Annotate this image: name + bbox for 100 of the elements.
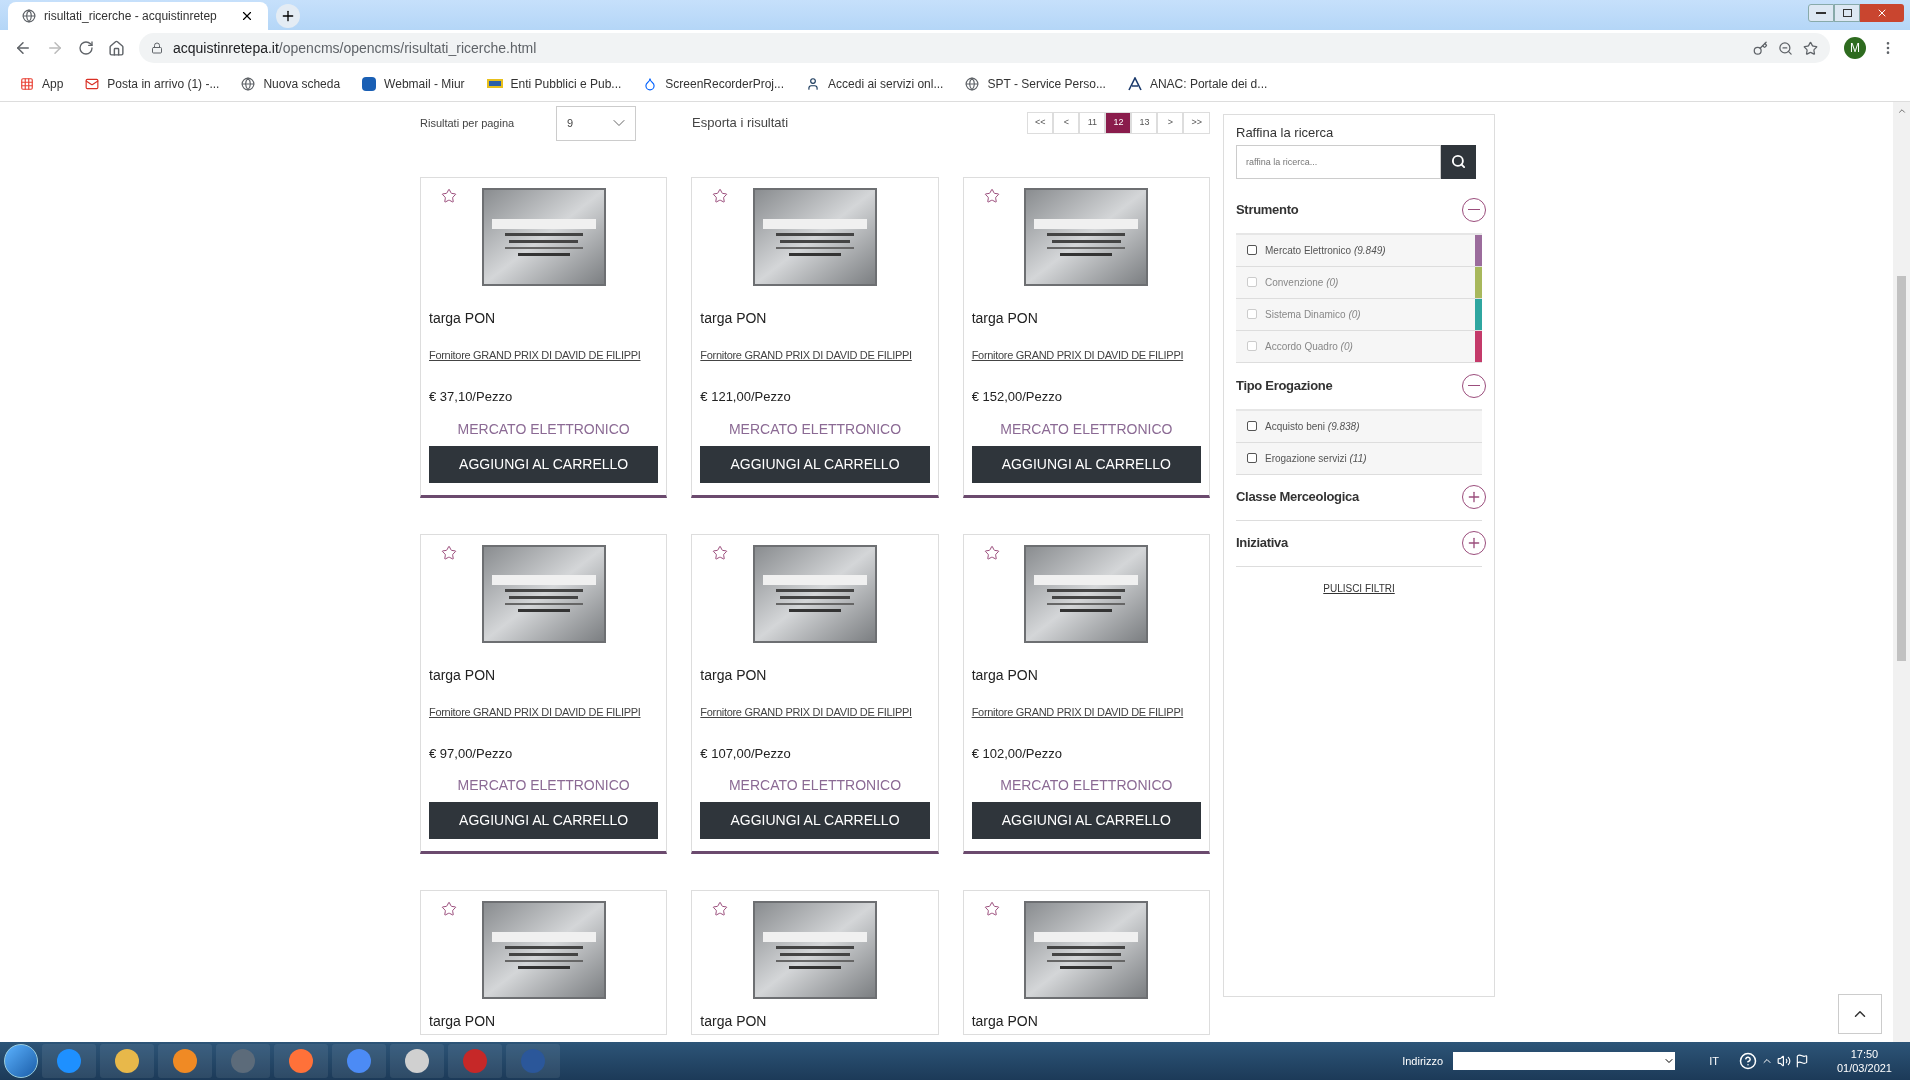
bookmark-item[interactable]: Webmail - Miur xyxy=(362,74,465,93)
search-button[interactable] xyxy=(1441,144,1476,179)
checkbox[interactable] xyxy=(1247,421,1257,431)
bookmark-item[interactable]: Accedi ai servizi onl... xyxy=(806,74,944,93)
add-to-cart-button[interactable]: AGGIUNGI AL CARRELLO xyxy=(429,445,659,483)
supplier-link[interactable]: Fornitore GRAND PRIX DI DAVID DE FILIPPI xyxy=(429,347,641,363)
scrollbar-thumb[interactable] xyxy=(1897,276,1906,661)
address-toolbar-field[interactable] xyxy=(1453,1052,1676,1070)
droplet-icon xyxy=(643,76,658,91)
speaker-icon[interactable] xyxy=(1776,1054,1791,1068)
add-to-cart-button[interactable]: AGGIUNGI AL CARRELLO xyxy=(971,445,1201,483)
pagination-button[interactable]: < xyxy=(1053,112,1080,134)
star-icon[interactable] xyxy=(983,544,1000,561)
badge-icon xyxy=(362,76,377,91)
product-price: € 37,10/Pezzo xyxy=(429,388,514,406)
address-bar[interactable]: acquistinretepa.it/opencms/opencms/risultati_ricerche.html xyxy=(139,33,1830,63)
supplier-link[interactable]: Fornitore GRAND PRIX DI DAVID DE FILIPPI xyxy=(971,703,1184,720)
filter-option[interactable]: Mercato Elettronico (9.849) xyxy=(1236,234,1482,267)
pagination-button[interactable]: 13 xyxy=(1131,112,1158,134)
product-price: € 97,00/Pezzo xyxy=(429,744,514,763)
star-icon[interactable] xyxy=(441,901,457,917)
new-tab-button[interactable] xyxy=(276,4,300,28)
taskbar-app-icon[interactable] xyxy=(158,1044,212,1078)
refine-search-field[interactable]: raffina la ricerca... xyxy=(1236,144,1441,179)
clock-date: 01/03/2021 xyxy=(1836,1061,1892,1075)
checkbox[interactable] xyxy=(1247,453,1257,463)
star-icon[interactable] xyxy=(712,188,729,204)
star-icon[interactable] xyxy=(712,901,729,917)
bookmark-item[interactable]: App xyxy=(20,74,64,93)
filter-option[interactable]: Acquisto beni (9.838) xyxy=(1236,410,1482,443)
taskbar-app-icon[interactable] xyxy=(100,1044,154,1078)
channel-label: MERCATO ELETTRONICO xyxy=(727,776,903,795)
minimize-button[interactable] xyxy=(1808,4,1834,22)
product-title: targa PON xyxy=(971,665,1039,685)
product-title: targa PON xyxy=(971,309,1039,328)
clear-filters-link[interactable]: PULISCI FILTRI xyxy=(1323,580,1395,596)
taskbar-app-icon[interactable] xyxy=(390,1044,444,1078)
language-indicator: IT xyxy=(1709,1053,1719,1069)
star-icon[interactable] xyxy=(983,188,1000,204)
per-page-select[interactable]: 9 xyxy=(556,105,636,141)
product-price: € 152,00/Pezzo xyxy=(971,388,1063,406)
product-price: € 102,00/Pezzo xyxy=(971,744,1063,763)
add-to-cart-button[interactable]: AGGIUNGI AL CARRELLO xyxy=(429,802,659,839)
pagination-button[interactable]: > xyxy=(1157,112,1184,134)
key-icon[interactable] xyxy=(1753,40,1768,56)
start-button[interactable] xyxy=(4,1044,38,1078)
bookmark-item[interactable]: ScreenRecorderProj... xyxy=(643,74,785,93)
close-icon[interactable] xyxy=(240,9,254,23)
star-icon[interactable] xyxy=(983,901,1000,917)
taskbar-app-icon[interactable] xyxy=(274,1044,328,1078)
scrollbar[interactable] xyxy=(1893,102,1910,1042)
search-icon xyxy=(1451,154,1466,169)
mail-icon xyxy=(85,76,100,91)
export-link[interactable]: Esporta i risultati xyxy=(692,113,1027,133)
bookmark-item[interactable]: Nuova scheda xyxy=(241,74,341,93)
add-to-cart-button[interactable]: AGGIUNGI AL CARRELLO xyxy=(700,445,930,483)
supplier-link[interactable]: Fornitore GRAND PRIX DI DAVID DE FILIPPI xyxy=(971,347,1184,363)
bookmark-item[interactable]: Posta in arrivo (1) -... xyxy=(85,74,220,93)
globe-icon xyxy=(22,9,36,23)
browser-tab[interactable]: risultati_ricerche - acquistinretep xyxy=(8,2,268,30)
product-title: targa PON xyxy=(700,309,768,328)
bookmark-star-icon[interactable] xyxy=(1803,40,1818,56)
reload-icon[interactable] xyxy=(78,40,94,56)
letter-a-icon xyxy=(1127,76,1142,91)
filter-section-title: Iniziativa xyxy=(1236,534,1288,553)
taskbar-app-icon[interactable] xyxy=(332,1044,386,1078)
bookmark-item[interactable]: SPT - Service Perso... xyxy=(965,74,1106,93)
supplier-link[interactable]: Fornitore GRAND PRIX DI DAVID DE FILIPPI xyxy=(700,703,912,720)
help-icon[interactable] xyxy=(1738,1052,1757,1070)
checkbox[interactable] xyxy=(1247,245,1257,255)
filter-option[interactable]: Erogazione servizi (11) xyxy=(1236,442,1482,475)
bookmark-item[interactable]: Enti Pubblici e Pub... xyxy=(486,74,622,93)
product-title: targa PON xyxy=(429,1012,497,1031)
pagination-button[interactable]: 11 xyxy=(1079,112,1106,134)
star-icon[interactable] xyxy=(712,544,729,561)
supplier-link[interactable]: Fornitore GRAND PRIX DI DAVID DE FILIPPI xyxy=(700,347,912,363)
flag-icon[interactable] xyxy=(1794,1054,1809,1068)
supplier-link[interactable]: Fornitore GRAND PRIX DI DAVID DE FILIPPI xyxy=(429,703,641,720)
pagination-button[interactable]: 12 xyxy=(1105,112,1132,134)
channel-label: MERCATO ELETTRONICO xyxy=(727,419,903,439)
close-icon xyxy=(1876,7,1888,19)
pagination-button[interactable]: << xyxy=(1026,112,1054,134)
back-icon[interactable] xyxy=(14,39,32,57)
add-to-cart-button[interactable]: AGGIUNGI AL CARRELLO xyxy=(971,802,1201,839)
bookmark-item[interactable]: ANAC: Portale dei d... xyxy=(1127,74,1268,93)
minus-icon xyxy=(1468,384,1480,387)
pagination-button[interactable]: >> xyxy=(1183,112,1210,134)
add-to-cart-button[interactable]: AGGIUNGI AL CARRELLO xyxy=(700,802,930,839)
product-title: targa PON xyxy=(429,665,497,685)
taskbar-app-icon[interactable] xyxy=(42,1044,96,1078)
star-icon[interactable] xyxy=(441,188,457,204)
restore-button[interactable] xyxy=(1834,4,1860,22)
star-icon[interactable] xyxy=(441,544,457,561)
home-icon[interactable] xyxy=(108,39,125,57)
url-text: acquistinretepa.it/opencms/opencms/risultati_ricerche.html xyxy=(173,38,538,58)
globe-icon xyxy=(965,76,980,91)
profile-avatar[interactable]: M xyxy=(1844,37,1866,59)
plus-icon xyxy=(1466,489,1482,505)
product-price: € 121,00/Pezzo xyxy=(700,388,792,406)
zoom-out-icon[interactable] xyxy=(1778,40,1793,56)
